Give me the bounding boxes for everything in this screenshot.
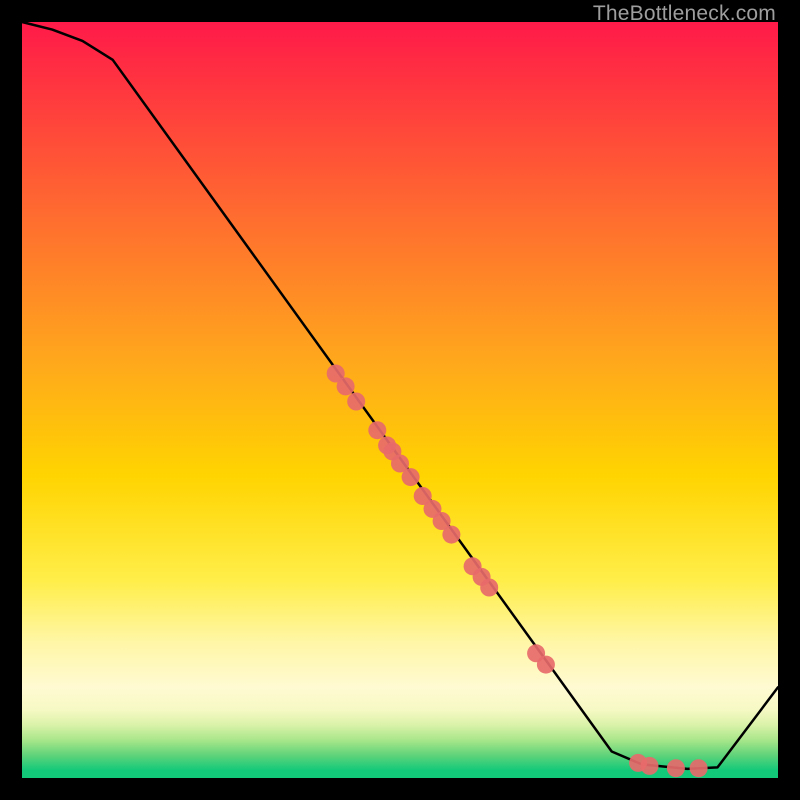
data-point [480,579,498,597]
data-point [442,526,460,544]
scatter-points [327,365,708,778]
chart-frame: TheBottleneck.com [0,0,800,800]
data-point [537,656,555,674]
data-point [337,377,355,395]
data-point [641,757,659,775]
data-point [402,468,420,486]
curve-line [22,22,778,769]
chart-svg [22,22,778,778]
plot-area [22,22,778,778]
curve-path [22,22,778,769]
watermark-text: TheBottleneck.com [593,2,776,26]
data-point [690,759,708,777]
data-point [667,759,685,777]
data-point [368,421,386,439]
data-point [347,393,365,411]
